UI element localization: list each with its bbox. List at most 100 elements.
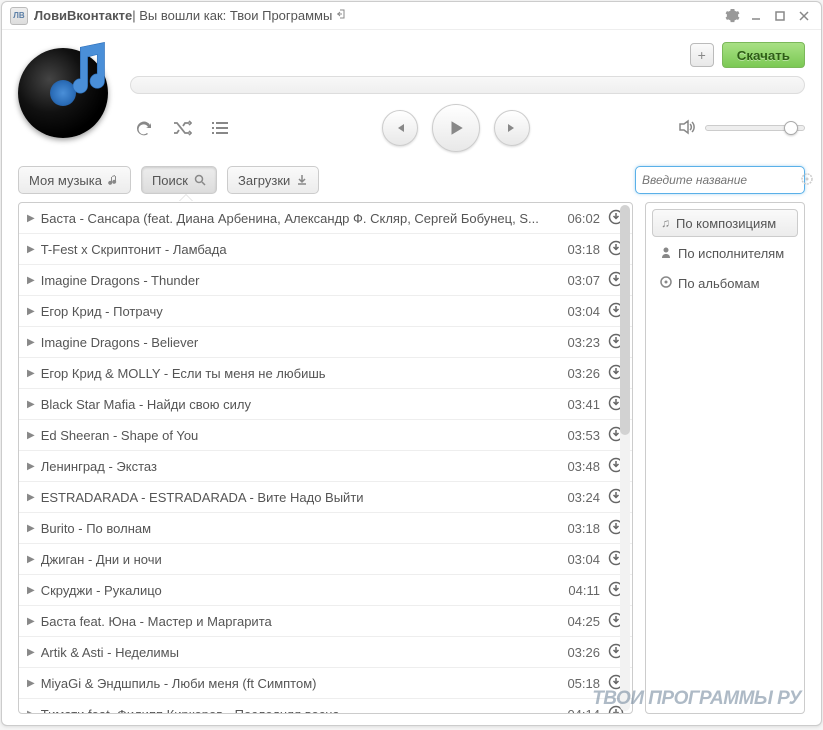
track-row[interactable]: ▶Ed Sheeran - Shape of You03:53 xyxy=(19,420,632,451)
track-row[interactable]: ▶Скруджи - Рукалицо04:11 xyxy=(19,575,632,606)
track-duration: 03:18 xyxy=(567,242,600,257)
track-duration: 03:26 xyxy=(567,645,600,660)
play-icon: ▶ xyxy=(27,399,35,410)
play-icon: ▶ xyxy=(27,709,35,715)
filter-by-artist[interactable]: По исполнителям xyxy=(652,239,798,267)
progress-bar[interactable] xyxy=(130,76,805,94)
repeat-button[interactable] xyxy=(130,114,158,142)
app-icon: ЛВ xyxy=(10,7,28,25)
app-window: ЛВ ЛовиВконтакте | Вы вошли как: Твои Пр… xyxy=(1,1,822,726)
play-icon: ▶ xyxy=(27,275,35,286)
play-icon: ▶ xyxy=(27,368,35,379)
track-duration: 03:53 xyxy=(567,428,600,443)
track-row[interactable]: ▶ Егор Крид - Потрачу 03:04 xyxy=(19,296,632,327)
track-row[interactable]: ▶ T-Fest x Скриптонит - Ламбада 03:18 xyxy=(19,234,632,265)
scrollbar[interactable] xyxy=(620,205,630,711)
play-button[interactable] xyxy=(432,104,480,152)
filter-panel: ♫ По композициям По исполнителям По альб… xyxy=(645,202,805,714)
maximize-button[interactable] xyxy=(771,7,789,25)
playlist-button[interactable] xyxy=(206,114,234,142)
track-duration: 04:11 xyxy=(568,583,600,598)
track-row[interactable]: ▶ Егор Крид & MOLLY - Если ты меня не люб… xyxy=(19,358,632,389)
play-icon: ▶ xyxy=(27,678,35,689)
track-row[interactable]: ▶MiyaGi & Эндшпиль - Люби меня (ft Симпт… xyxy=(19,668,632,699)
play-icon: ▶ xyxy=(27,554,35,565)
track-list: ▶Баста - Сансара (feat. Диана Арбенина, … xyxy=(18,202,633,714)
volume-thumb[interactable] xyxy=(784,121,798,135)
volume-icon[interactable] xyxy=(677,117,697,140)
music-note-icon xyxy=(108,174,120,186)
play-icon: ▶ xyxy=(27,647,35,658)
filter-label: По исполнителям xyxy=(678,246,784,261)
tab-label: Моя музыка xyxy=(29,173,102,188)
logout-icon[interactable] xyxy=(336,9,346,22)
track-row[interactable]: ▶ Artik & Asti - Неделимы 03:26 xyxy=(19,637,632,668)
track-duration: 03:18 xyxy=(567,521,600,536)
track-duration: 03:48 xyxy=(567,459,600,474)
music-note-icon: ♫ xyxy=(661,216,670,230)
track-row[interactable]: ▶ Тимати feat. Филипп Киркоров - Последня… xyxy=(19,699,632,714)
search-box[interactable] xyxy=(635,166,805,194)
filter-by-track[interactable]: ♫ По композициям xyxy=(652,209,798,237)
track-duration: 03:23 xyxy=(567,335,600,350)
add-button[interactable]: + xyxy=(690,43,714,67)
track-row[interactable]: ▶Imagine Dragons - Believer03:23 xyxy=(19,327,632,358)
track-row[interactable]: ▶Black Star Mafia - Найди свою силу03:41 xyxy=(19,389,632,420)
track-title: Burito - По волнам xyxy=(41,521,560,536)
track-row[interactable]: ▶Burito - По волнам03:18 xyxy=(19,513,632,544)
scrollbar-thumb[interactable] xyxy=(620,205,630,435)
login-user: Твои Программы xyxy=(230,8,332,23)
search-input[interactable] xyxy=(642,173,799,187)
tab-search[interactable]: Поиск xyxy=(141,166,217,194)
minimize-button[interactable] xyxy=(747,7,765,25)
filter-label: По альбомам xyxy=(678,276,760,291)
search-icon xyxy=(194,174,206,186)
volume-slider[interactable] xyxy=(705,125,805,131)
filter-by-album[interactable]: По альбомам xyxy=(652,269,798,297)
play-icon: ▶ xyxy=(27,244,35,255)
track-row[interactable]: ▶Баста feat. Юна - Мастер и Маргарита04:… xyxy=(19,606,632,637)
track-row[interactable]: ▶ ESTRADARADA - ESTRADARADA - Вите Надо В… xyxy=(19,482,632,513)
search-settings-icon[interactable] xyxy=(799,171,815,190)
tab-downloads[interactable]: Загрузки xyxy=(227,166,319,194)
disc-icon xyxy=(660,276,672,291)
track-row[interactable]: ▶Джиган - Дни и ночи03:04 xyxy=(19,544,632,575)
track-title: T-Fest x Скриптонит - Ламбада xyxy=(41,242,560,257)
track-row[interactable]: ▶ Imagine Dragons - Thunder 03:07 xyxy=(19,265,632,296)
track-title: Егор Крид & MOLLY - Если ты меня не люби… xyxy=(41,366,560,381)
titlebar: ЛВ ЛовиВконтакте | Вы вошли как: Твои Пр… xyxy=(2,2,821,30)
play-icon: ▶ xyxy=(27,461,35,472)
download-icon xyxy=(296,174,308,186)
prev-button[interactable] xyxy=(382,110,418,146)
tab-label: Загрузки xyxy=(238,173,290,188)
download-button[interactable]: Скачать xyxy=(722,42,805,68)
track-duration: 06:02 xyxy=(567,211,600,226)
close-button[interactable] xyxy=(795,7,813,25)
tab-my-music[interactable]: Моя музыка xyxy=(18,166,131,194)
play-icon: ▶ xyxy=(27,213,35,224)
track-row[interactable]: ▶Ленинград - Экстаз03:48 xyxy=(19,451,632,482)
gear-icon[interactable] xyxy=(723,7,741,25)
track-title: Artik & Asti - Неделимы xyxy=(41,645,560,660)
track-duration: 03:04 xyxy=(567,304,600,319)
play-icon: ▶ xyxy=(27,616,35,627)
track-duration: 04:14 xyxy=(567,707,600,715)
track-row[interactable]: ▶Баста - Сансара (feat. Диана Арбенина, … xyxy=(19,203,632,234)
track-duration: 03:07 xyxy=(567,273,600,288)
track-title: Тимати feat. Филипп Киркоров - Последняя… xyxy=(41,707,560,715)
track-duration: 03:41 xyxy=(567,397,600,412)
next-button[interactable] xyxy=(494,110,530,146)
track-title: Егор Крид - Потрачу xyxy=(41,304,560,319)
tab-label: Поиск xyxy=(152,173,188,188)
person-icon xyxy=(660,246,672,261)
filter-label: По композициям xyxy=(676,216,776,231)
play-icon: ▶ xyxy=(27,492,35,503)
shuffle-button[interactable] xyxy=(168,114,196,142)
play-icon: ▶ xyxy=(27,430,35,441)
track-title: ESTRADARADA - ESTRADARADA - Вите Надо Вы… xyxy=(41,490,560,505)
track-duration: 05:18 xyxy=(567,676,600,691)
play-icon: ▶ xyxy=(27,337,35,348)
play-icon: ▶ xyxy=(27,306,35,317)
track-title: Imagine Dragons - Thunder xyxy=(41,273,560,288)
tabs-row: Моя музыка Поиск Загрузки xyxy=(2,160,821,194)
